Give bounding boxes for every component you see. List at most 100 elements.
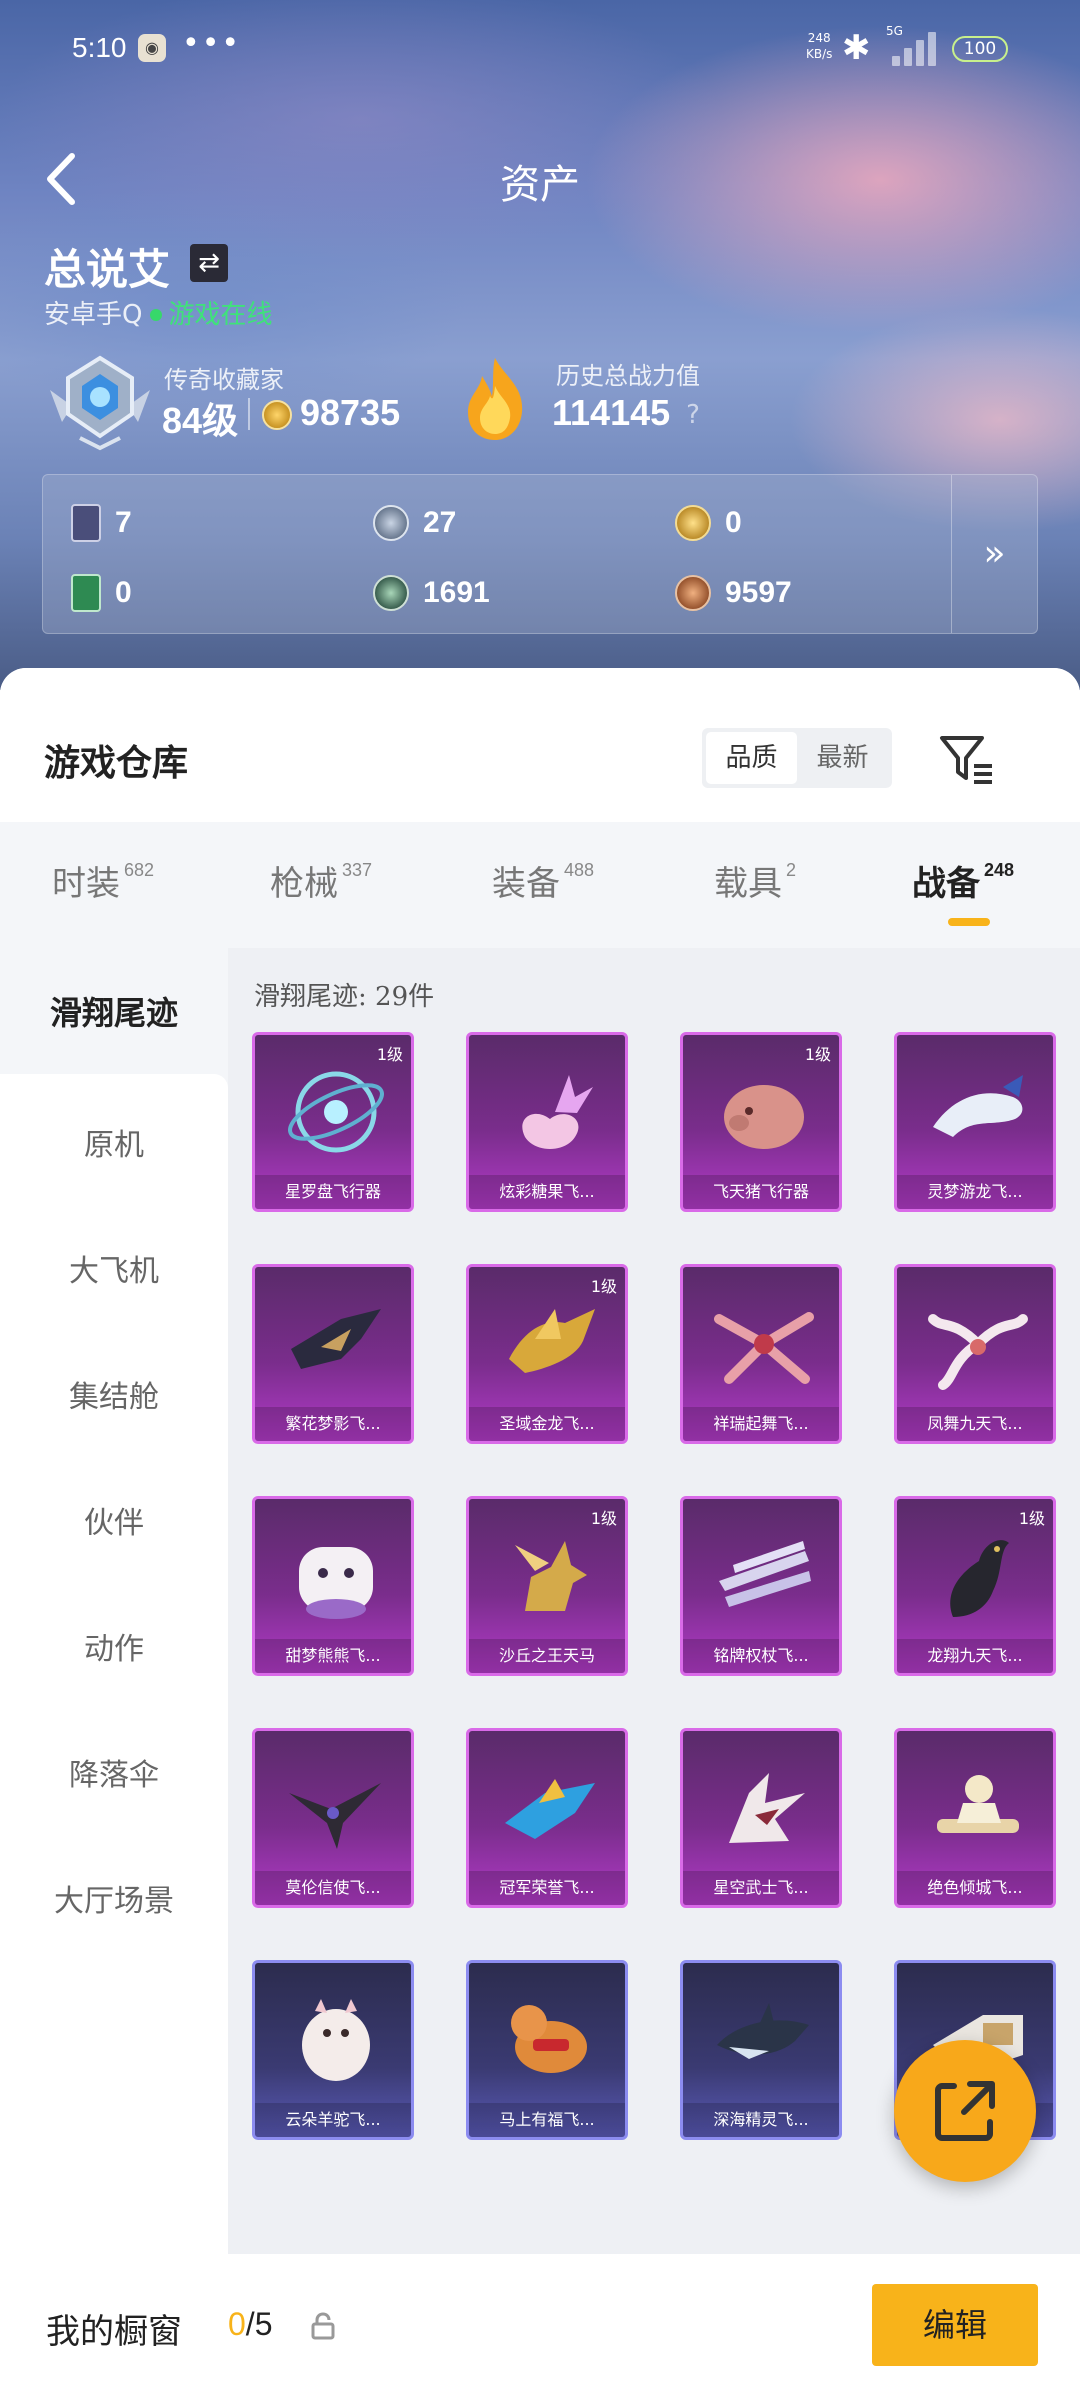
showcase-count: 0/5 (228, 2306, 272, 2343)
back-arrow-icon[interactable] (40, 150, 84, 208)
stat-divider (248, 398, 250, 430)
more-notifications-icon: ••• (182, 26, 242, 61)
tab-equipment[interactable]: 装备 488 (492, 856, 594, 905)
item-card[interactable]: 冠军荣誉飞... (466, 1728, 628, 1908)
category-tabs: 时装 682 枪械 337 装备 488 载具 2 战备 248 (0, 822, 1080, 948)
shark-icon (717, 2003, 809, 2059)
collector-label: 传奇收藏家 (164, 366, 284, 394)
tab-fashion[interactable]: 时装 682 (52, 856, 154, 905)
flying-pig-icon (724, 1085, 804, 1149)
item-card[interactable]: 甜梦熊熊飞... (252, 1496, 414, 1676)
bluetooth-icon: ✱ (842, 28, 871, 68)
item-card[interactable]: 马上有福飞... (466, 1960, 628, 2140)
currency-more-button[interactable]: » (951, 475, 1037, 633)
online-status: 游戏在线 (168, 300, 273, 330)
collection-points: 98735 (300, 392, 401, 433)
tab-count: 337 (342, 860, 373, 880)
sidebar-item-original-plane[interactable]: 原机 (0, 1120, 228, 1164)
sort-by-newest[interactable]: 最新 (797, 732, 888, 784)
currency-item: 9597 (675, 569, 792, 617)
fairy-bench-icon (937, 1775, 1019, 1833)
item-name: 飞天猪飞行器 (683, 1175, 839, 1209)
switch-account-icon[interactable]: ⇄ (190, 244, 228, 282)
tab-combat-gear[interactable]: 战备 248 (912, 856, 1014, 905)
item-card[interactable]: 铭牌权杖飞... (680, 1496, 842, 1676)
currency-item: 7 (71, 499, 132, 547)
dream-bear-icon (299, 1547, 373, 1619)
currency-panel[interactable]: 7 27 0 0 1691 9597 » (42, 474, 1038, 634)
currency-item: 0 (71, 569, 132, 617)
item-name: 冠军荣誉飞... (469, 1871, 625, 1905)
sidebar-item-companion[interactable]: 伙伴 (0, 1498, 228, 1542)
item-level: 1级 (804, 1045, 831, 1064)
item-card[interactable]: 凤舞九天飞... (894, 1264, 1056, 1444)
item-name: 马上有福飞... (469, 2103, 625, 2137)
item-name: 甜梦熊熊飞... (255, 1639, 411, 1673)
item-card[interactable]: 莫伦信使飞... (252, 1728, 414, 1908)
filter-icon[interactable] (938, 732, 996, 786)
sidebar-item-lobby-scene[interactable]: 大厅场景 (0, 1876, 228, 1920)
item-card[interactable]: 祥瑞起舞飞... (680, 1264, 842, 1444)
net-speed: 248 KB/s (806, 30, 832, 62)
tab-label: 装备 (492, 864, 560, 904)
share-button[interactable] (894, 2040, 1036, 2182)
grid-count-label: 滑翔尾迹: 29件 (254, 982, 435, 1012)
sidebar-item-emote[interactable]: 动作 (0, 1624, 228, 1668)
currency-value: 1691 (423, 576, 490, 609)
sidebar-item-glide-trail[interactable]: 滑翔尾迹 (0, 988, 228, 1034)
tab-guns[interactable]: 枪械 337 (270, 856, 372, 905)
net-speed-value: 248 (807, 31, 831, 45)
showcase-current: 0 (228, 2306, 246, 2342)
warehouse-title: 游戏仓库 (44, 742, 189, 784)
tab-count: 248 (984, 860, 1015, 880)
item-name: 沙丘之王天马 (469, 1639, 625, 1673)
currency-value: 0 (115, 576, 132, 609)
tab-count: 488 (564, 860, 595, 880)
item-name: 绝色倾城飞... (897, 1871, 1053, 1905)
item-name: 星罗盘飞行器 (255, 1175, 411, 1209)
profile-hero: 5:10 ◉ ••• 248 KB/s ✱ 5G 100 资产 总说艾 ⇄ 安卓… (0, 0, 1080, 690)
item-card[interactable]: 绝色倾城飞... (894, 1728, 1056, 1908)
bottom-bar: 我的橱窗 0/5 编辑 (0, 2254, 1080, 2400)
item-card[interactable]: 深海精灵飞... (680, 1960, 842, 2140)
item-card[interactable]: 繁花梦影飞... (252, 1264, 414, 1444)
item-card[interactable]: 1级 沙丘之王天马 (466, 1496, 628, 1676)
dark-bird-icon (289, 1783, 381, 1849)
sort-by-quality[interactable]: 品质 (706, 732, 797, 784)
white-dragon-icon (933, 1075, 1023, 1137)
item-name: 祥瑞起舞飞... (683, 1407, 839, 1441)
currency-item: 27 (373, 499, 456, 547)
account-info: 安卓手Q 游戏在线 (44, 294, 272, 331)
phoenix-red-icon (714, 1312, 814, 1384)
share-icon (935, 2081, 995, 2141)
item-card[interactable]: 炫彩糖果飞... (466, 1032, 628, 1212)
green-orb-icon (373, 575, 409, 611)
online-dot (150, 308, 163, 321)
item-card[interactable]: 1级 圣域金龙飞... (466, 1264, 628, 1444)
item-card[interactable]: 1级 星罗盘飞行器 (252, 1032, 414, 1212)
sidebar-item-parachute[interactable]: 降落伞 (0, 1750, 228, 1794)
item-level: 1级 (1018, 1509, 1045, 1528)
item-name: 灵梦游龙飞... (897, 1175, 1053, 1209)
power-label: 历史总战力值 (556, 362, 700, 390)
toy-horse-icon (511, 2005, 587, 2073)
item-card[interactable]: 灵梦游龙飞... (894, 1032, 1056, 1212)
item-name: 龙翔九天飞... (897, 1639, 1053, 1673)
edit-button[interactable]: 编辑 (872, 2284, 1038, 2366)
currency-item: 0 (675, 499, 742, 547)
sidebar-item-assembly-pod[interactable]: 集结舱 (0, 1372, 228, 1416)
sidebar-item-big-plane[interactable]: 大飞机 (0, 1246, 228, 1290)
currency-value: 27 (423, 506, 457, 539)
tab-count: 2 (786, 860, 797, 880)
status-time: 5:10 (72, 32, 127, 63)
tab-vehicles[interactable]: 载具 2 (714, 856, 796, 905)
item-grid: 滑翔尾迹: 29件 1级 星罗盘飞行器 炫彩糖果飞... 1级 飞天猪飞行器 灵梦游龙飞.… (228, 948, 1080, 2400)
item-card[interactable]: 1级飞天猪飞行器 (680, 1032, 842, 1212)
item-card[interactable]: 星空武士飞... (680, 1728, 842, 1908)
item-card[interactable]: 云朵羊驼飞... (252, 1960, 414, 2140)
notification-app-icon: ◉ (138, 34, 166, 62)
white-wing-icon (729, 1773, 805, 1843)
lock-icon (311, 2312, 335, 2340)
help-icon[interactable]: ? (676, 398, 710, 432)
item-card[interactable]: 1级龙翔九天飞... (894, 1496, 1056, 1676)
